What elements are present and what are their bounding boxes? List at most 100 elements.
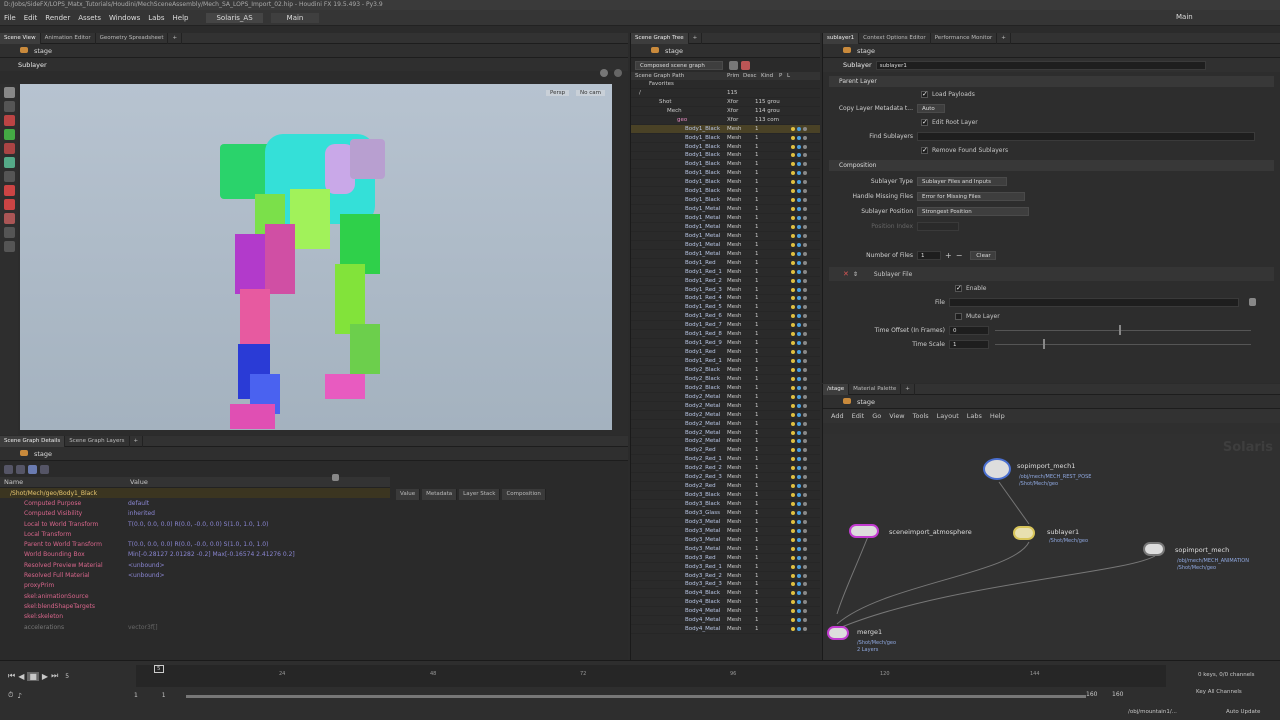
sel-icon[interactable] — [797, 439, 801, 444]
visibility-flags[interactable] — [791, 519, 817, 524]
vis-icon[interactable] — [791, 627, 795, 632]
lock-icon[interactable] — [803, 475, 807, 480]
list-item[interactable]: Computed Visibility inherited — [0, 509, 390, 519]
sublayer-position-dropdown[interactable]: Strongest Position — [917, 207, 1029, 216]
lock-icon[interactable] — [803, 421, 807, 426]
step-back-icon[interactable]: ◀ — [18, 672, 24, 681]
table-row[interactable]: Body3_Glass Mesh 1 — [631, 509, 820, 518]
menu-assets[interactable]: Assets — [78, 14, 101, 22]
path-label[interactable]: stage — [34, 450, 52, 458]
vis-icon[interactable] — [791, 251, 795, 256]
tab-geometry-spreadsheet[interactable]: Geometry Spreadsheet — [96, 32, 169, 44]
vis-icon[interactable] — [791, 528, 795, 533]
sel-icon[interactable] — [797, 305, 801, 310]
lock-icon[interactable] — [803, 269, 807, 274]
vis-icon[interactable] — [791, 591, 795, 596]
sel-icon[interactable] — [797, 287, 801, 292]
lock-icon[interactable] — [803, 457, 807, 462]
value-column-header[interactable]: Value — [130, 478, 148, 486]
lock-icon[interactable] — [803, 296, 807, 301]
table-row[interactable]: Body1_Red_7 Mesh 1 — [631, 321, 820, 331]
time-offset-field[interactable]: 0 — [949, 325, 989, 335]
prim-row[interactable]: /Shot/Mech/geo/Body1_Black — [0, 488, 390, 499]
sel-icon[interactable] — [797, 359, 801, 364]
mech-row[interactable]: Mech Xfor 114 grou — [631, 107, 820, 116]
menu-help[interactable]: Help — [173, 14, 189, 22]
lock-icon[interactable] — [803, 537, 807, 542]
network-menu-tools[interactable]: Tools — [913, 412, 929, 420]
lock-icon[interactable] — [803, 546, 807, 551]
lock-icon[interactable] — [803, 555, 807, 560]
sel-icon[interactable] — [797, 582, 801, 587]
sel-icon[interactable] — [797, 350, 801, 355]
table-row[interactable]: Body3_Metal Mesh 1 — [631, 536, 820, 545]
table-row[interactable]: Body2_Metal Mesh 1 — [631, 411, 820, 420]
range-slider[interactable] — [186, 695, 1086, 698]
table-row[interactable]: Body2_Metal Mesh 1 — [631, 393, 820, 402]
vis-icon[interactable] — [791, 510, 795, 515]
vis-icon[interactable] — [791, 448, 795, 453]
remove-file-button[interactable]: − — [956, 251, 963, 260]
sel-icon[interactable] — [797, 600, 801, 605]
grid-icon[interactable] — [40, 464, 49, 474]
table-row[interactable]: Body1_Black Mesh 1 — [631, 143, 820, 152]
lock-icon[interactable] — [803, 278, 807, 283]
visibility-flags[interactable] — [791, 135, 817, 140]
vis-icon[interactable] — [791, 260, 795, 265]
visibility-flags[interactable] — [791, 591, 817, 596]
parent-layer-section[interactable]: Parent Layer — [829, 76, 1274, 87]
visibility-flags[interactable] — [791, 412, 817, 417]
table-row[interactable]: Body1_Red_2 Mesh 1 — [631, 277, 820, 286]
vis-icon[interactable] — [791, 367, 795, 372]
light-tool-icon[interactable] — [3, 171, 15, 182]
table-row[interactable]: Body1_Black Mesh 1 — [631, 134, 820, 143]
node-sublayer1[interactable]: sublayer1 /Shot/Mech/geo — [1013, 526, 1088, 544]
vis-icon[interactable] — [791, 242, 795, 247]
menu-edit[interactable]: Edit — [24, 14, 38, 22]
frame-ruler[interactable]: 5 24 48 72 96 120 144 — [136, 665, 1166, 687]
auto-update-button[interactable]: Auto Update — [1226, 709, 1260, 715]
paint-tool-icon[interactable] — [3, 213, 15, 224]
sel-icon[interactable] — [797, 591, 801, 596]
tab-scene-view[interactable]: Scene View — [0, 32, 41, 44]
visibility-flags[interactable] — [791, 207, 817, 212]
tab-composition[interactable]: Composition — [502, 488, 546, 500]
table-row[interactable]: Body1_Metal Mesh 1 — [631, 250, 820, 259]
visibility-flags[interactable] — [791, 198, 817, 203]
network-menu-help[interactable]: Help — [990, 412, 1005, 420]
table-row[interactable]: Body3_Red_3 Mesh 1 — [631, 581, 820, 590]
vis-icon[interactable] — [791, 278, 795, 283]
list-item[interactable]: proxyPrim — [0, 581, 390, 591]
lock-icon[interactable] — [803, 573, 807, 578]
lock-icon[interactable] — [803, 591, 807, 596]
time-offset-slider[interactable] — [995, 324, 1251, 335]
visibility-flags[interactable] — [791, 189, 817, 194]
table-row[interactable]: Body4_Black Mesh 1 — [631, 598, 820, 608]
visibility-flags[interactable] — [791, 171, 817, 176]
table-row[interactable]: Body4_Metal Mesh 1 — [631, 616, 820, 626]
lock-icon[interactable] — [803, 448, 807, 453]
lock-icon[interactable] — [803, 198, 807, 203]
range-start[interactable]: 1 — [134, 692, 138, 699]
table-row[interactable]: Body1_Red Mesh 1 — [631, 259, 820, 268]
table-row[interactable]: Body2_Metal Mesh 1 — [631, 438, 820, 447]
sel-icon[interactable] — [797, 180, 801, 185]
edit-root-checkbox[interactable] — [921, 118, 928, 126]
lock-icon[interactable] — [803, 412, 807, 417]
list-view-icon[interactable] — [4, 464, 13, 474]
lock-icon[interactable] — [803, 305, 807, 310]
vis-icon[interactable] — [791, 296, 795, 301]
select-tool-icon[interactable] — [3, 87, 15, 98]
list-item[interactable]: Local to World Transform T(0.0, 0.0, 0.0)… — [0, 519, 390, 529]
filter-icon[interactable] — [729, 60, 738, 70]
load-payloads-checkbox[interactable] — [921, 90, 928, 98]
visibility-flags[interactable] — [791, 296, 817, 301]
favorites-row[interactable]: Favorites — [631, 80, 820, 89]
file-field[interactable] — [949, 297, 1239, 307]
lock-icon[interactable] — [803, 502, 807, 507]
sel-icon[interactable] — [797, 126, 801, 131]
vis-icon[interactable] — [791, 439, 795, 444]
vis-icon[interactable] — [791, 430, 795, 435]
sel-icon[interactable] — [797, 367, 801, 372]
table-row[interactable]: Body1_Black Mesh 1 — [631, 196, 820, 206]
